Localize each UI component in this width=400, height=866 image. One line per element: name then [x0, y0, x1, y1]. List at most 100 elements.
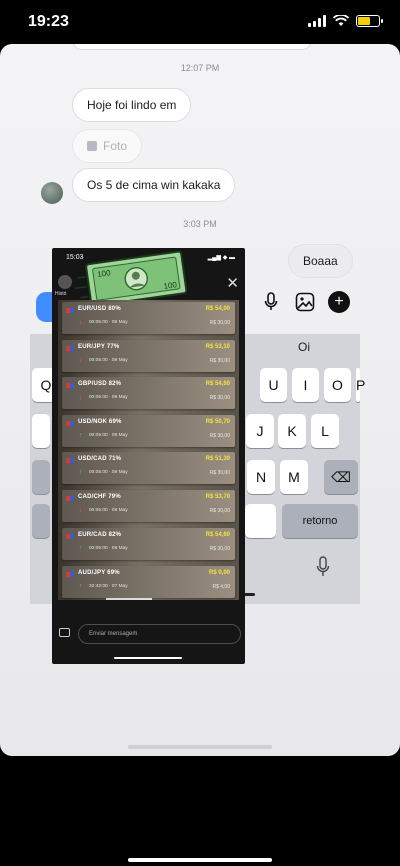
flag-icon [66, 572, 74, 577]
arrow-down-icon: ↓ [79, 319, 83, 326]
arrow-up-icon: ↑ [79, 432, 83, 439]
trade-amount: R$ 30,00 [209, 433, 230, 439]
trade-pair: GBP/USD 82% [78, 381, 122, 387]
signal-icon [308, 15, 326, 27]
flag-icon [66, 346, 74, 351]
svg-text:100: 100 [163, 280, 178, 291]
trade-pair: EUR/USD 80% [78, 306, 121, 312]
story-screenshot[interactable]: 15:03 ▂▄▆ ◆ ▬ 100 100 Histó ✕ EUR/USD 80… [52, 248, 245, 664]
message-bubble[interactable]: Hoje foi lindo em [72, 88, 192, 122]
trade-time: 22:42:00 · 07 May [89, 584, 128, 589]
flag-icon [66, 534, 74, 539]
photo-icon [87, 141, 97, 151]
space-bar[interactable] [245, 504, 276, 538]
dictation-icon[interactable] [316, 556, 330, 583]
key-o[interactable]: O [324, 368, 351, 402]
close-icon[interactable]: ✕ [226, 276, 239, 291]
trade-profit: R$ 53,70 [205, 494, 230, 500]
trade-profit: R$ 53,10 [205, 344, 230, 350]
send-message-input[interactable]: Enviar mensagem [78, 624, 241, 644]
gallery-icon[interactable] [294, 291, 316, 313]
trade-time: 00:05:00 · 09 May [89, 395, 128, 400]
avatar[interactable] [41, 182, 63, 204]
trade-amount: R$ 30,00 [209, 508, 230, 514]
suggestion-word[interactable]: Oi [298, 340, 310, 354]
arrow-down-icon: ↓ [79, 394, 83, 401]
backspace-key[interactable]: ⌫ [324, 460, 358, 494]
previous-message-bubble[interactable] [72, 44, 312, 50]
timestamp: 12:07 PM [180, 63, 220, 73]
arrow-down-icon: ↓ [79, 357, 83, 364]
key-i[interactable]: I [292, 368, 319, 402]
arrow-down-icon: ↓ [79, 507, 83, 514]
composer-actions: + [260, 291, 350, 313]
key-m[interactable]: M [280, 460, 308, 494]
svg-text:100: 100 [97, 268, 112, 279]
trade-pair: USD/CAD 71% [78, 456, 122, 462]
trade-profit: R$ 54,00 [205, 306, 230, 312]
key-k[interactable]: K [278, 414, 306, 448]
key-left-bottom[interactable] [32, 504, 50, 538]
trade-amount: R$ 30,00 [209, 358, 230, 364]
overlay-status-icons: ▂▄▆ ◆ ▬ [207, 255, 235, 261]
plus-icon[interactable]: + [328, 291, 350, 313]
trade-pair: CAD/CHF 79% [78, 494, 121, 500]
battery-icon [356, 15, 383, 27]
key-j[interactable]: J [246, 414, 274, 448]
arrow-up-icon: ↑ [79, 583, 83, 590]
camera-icon[interactable] [59, 628, 70, 637]
flag-icon [66, 496, 74, 501]
trade-time: 00:05:00 · 08 May [89, 508, 128, 513]
photo-message[interactable]: Foto [72, 129, 143, 163]
photo-label: Foto [103, 139, 128, 153]
shift-key[interactable] [32, 460, 50, 494]
home-indicator [128, 858, 272, 862]
trade-profit: R$ 51,30 [205, 456, 230, 462]
overlay-avatar[interactable] [58, 275, 72, 289]
trade-row: AUD/JPY 69% ↑ 22:42:00 · 07 May R$ 0,00 … [62, 566, 235, 598]
photo-home-bar [106, 598, 152, 600]
key-left-edge[interactable] [32, 414, 50, 448]
status-time: 19:23 [28, 13, 69, 30]
trade-profit: R$ 50,70 [205, 419, 230, 425]
overlay-username: Histó [55, 291, 67, 297]
trade-profit: R$ 54,60 [205, 381, 230, 387]
status-icons [308, 15, 383, 27]
flag-icon [66, 421, 74, 426]
trade-row: USD/CAD 71% ↑ 00:05:00 · 09 May R$ 51,30… [62, 452, 235, 484]
sent-message-bubble[interactable]: Boaaa [288, 244, 353, 278]
card-home-indicator [128, 745, 272, 749]
message-bubble[interactable]: Os 5 de cima win kakaka [72, 168, 236, 202]
wifi-icon [333, 15, 349, 26]
trade-row: EUR/JPY 77% ↓ 00:05:00 · 09 May R$ 53,10… [62, 340, 235, 372]
trade-time: 00:05:00 · 09 May [89, 470, 128, 475]
flag-icon [66, 308, 74, 313]
return-key[interactable]: retorno [282, 504, 358, 538]
trade-time: 00:05:00 · 09 May [89, 358, 128, 363]
trade-row: EUR/CAD 82% ↑ 00:05:00 · 08 May R$ 54,60… [62, 528, 235, 560]
key-n[interactable]: N [247, 460, 275, 494]
trade-amount: R$ 30,00 [209, 395, 230, 401]
flag-icon [66, 383, 74, 388]
trade-row: USD/NOK 69% ↑ 00:05:00 · 09 May R$ 50,70… [62, 415, 235, 447]
trade-profit: R$ 54,60 [205, 532, 230, 538]
arrow-up-icon: ↑ [79, 545, 83, 552]
trade-time: 00:05:00 · 08 May [89, 546, 128, 551]
trade-pair: AUD/JPY 69% [78, 570, 120, 576]
trade-time: 00:05:00 · 09 May [89, 320, 128, 325]
key-u[interactable]: U [260, 368, 287, 402]
overlay-home-indicator [114, 657, 182, 659]
trade-amount: R$ 30,00 [209, 546, 230, 552]
trade-row: EUR/USD 80% ↓ 00:05:00 · 09 May R$ 54,00… [62, 302, 235, 334]
trade-amount: R$ 30,00 [209, 470, 230, 476]
key-p[interactable]: P [356, 368, 365, 402]
trade-amount: R$ 30,00 [209, 320, 230, 326]
key-l[interactable]: L [311, 414, 339, 448]
flag-icon [66, 458, 74, 463]
trade-time: 00:05:00 · 09 May [89, 433, 128, 438]
trade-history-photo: EUR/USD 80% ↓ 00:05:00 · 09 May R$ 54,00… [58, 300, 239, 600]
backspace-icon: ⌫ [331, 469, 351, 485]
trade-pair: EUR/CAD 82% [78, 532, 122, 538]
trade-pair: USD/NOK 69% [78, 419, 122, 425]
microphone-icon[interactable] [260, 291, 282, 313]
